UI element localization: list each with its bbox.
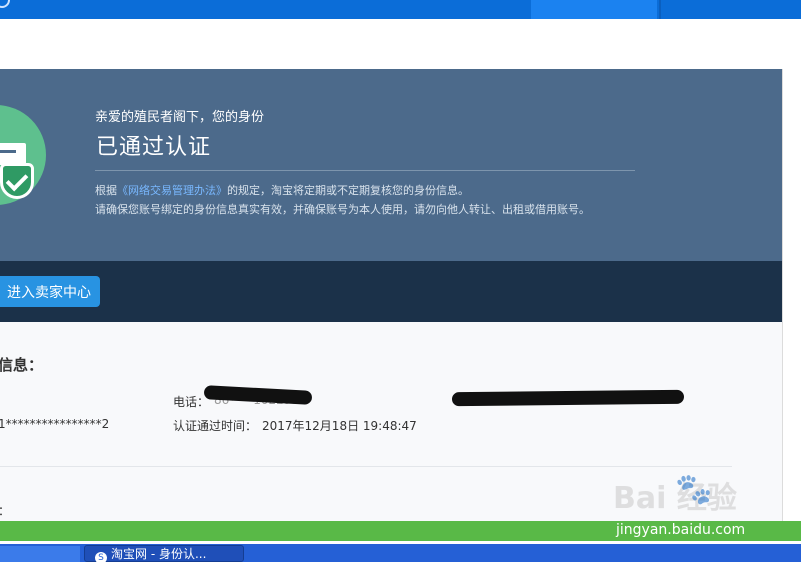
seller-center-button[interactable]: 进入卖家中心 xyxy=(0,276,100,307)
top-nav-active-tab[interactable] xyxy=(531,0,657,19)
os-taskbar: S 淘宝网 - 身份认... xyxy=(0,544,801,562)
watermark-url: jingyan.baidu.com xyxy=(616,522,746,538)
verification-hero: 亲爱的殖民者阁下，您的身份 已通过认证 根据《网络交易管理办法》的规定，淘宝将定… xyxy=(0,69,782,261)
verification-badge xyxy=(0,105,46,205)
shield-check-icon xyxy=(0,163,34,199)
taskbar-window-button[interactable]: S 淘宝网 - 身份认... xyxy=(84,545,244,562)
baidu-paw-icon: 🐾 xyxy=(675,472,713,507)
taskbar-app-icon: S xyxy=(95,552,107,562)
info-divider xyxy=(0,466,732,467)
auth-time-label: 认证通过时间： xyxy=(173,419,258,433)
baidu-watermark: Bai 经验 🐾 jingyan.baidu.com xyxy=(611,472,771,544)
notice-line-2: 请确保您账号绑定的身份信息真实有效，并确保账号为本人使用，请勿向他人转让、出租或… xyxy=(95,203,590,216)
verified-status: 已通过认证 xyxy=(96,135,212,160)
auth-time-value: 2017年12月18日 19:48:47 xyxy=(262,419,417,433)
taskbar-quick-launch[interactable] xyxy=(0,546,80,562)
phone-label: 电话： xyxy=(173,395,210,409)
identity-info-title: 信息： xyxy=(0,356,44,374)
id-card-icon xyxy=(0,143,26,165)
regulation-link[interactable]: 《网络交易管理办法》 xyxy=(117,184,227,197)
taskbar-window-title: 淘宝网 - 身份认... xyxy=(111,547,207,561)
notice-line-1: 根据《网络交易管理办法》的规定，淘宝将定期或不定期复核您的身份信息。 xyxy=(95,184,469,197)
greeting-text: 亲爱的殖民者阁下，您的身份 xyxy=(95,110,265,125)
top-nav-divider xyxy=(659,0,661,19)
identity-card: 亲爱的殖民者阁下，您的身份 已通过认证 根据《网络交易管理办法》的规定，淘宝将定… xyxy=(0,69,783,529)
id-number-value: 1****************2 xyxy=(0,417,110,431)
browser-logo-icon xyxy=(0,0,10,8)
action-bar: 进入卖家中心 xyxy=(0,261,782,322)
site-top-bar xyxy=(0,0,801,19)
second-section-title: ： xyxy=(0,502,10,519)
screen: 亲爱的殖民者阁下，您的身份 已通过认证 根据《网络交易管理办法》的规定，淘宝将定… xyxy=(0,0,801,562)
redaction-mark-name xyxy=(451,389,685,407)
hero-divider xyxy=(95,170,635,171)
